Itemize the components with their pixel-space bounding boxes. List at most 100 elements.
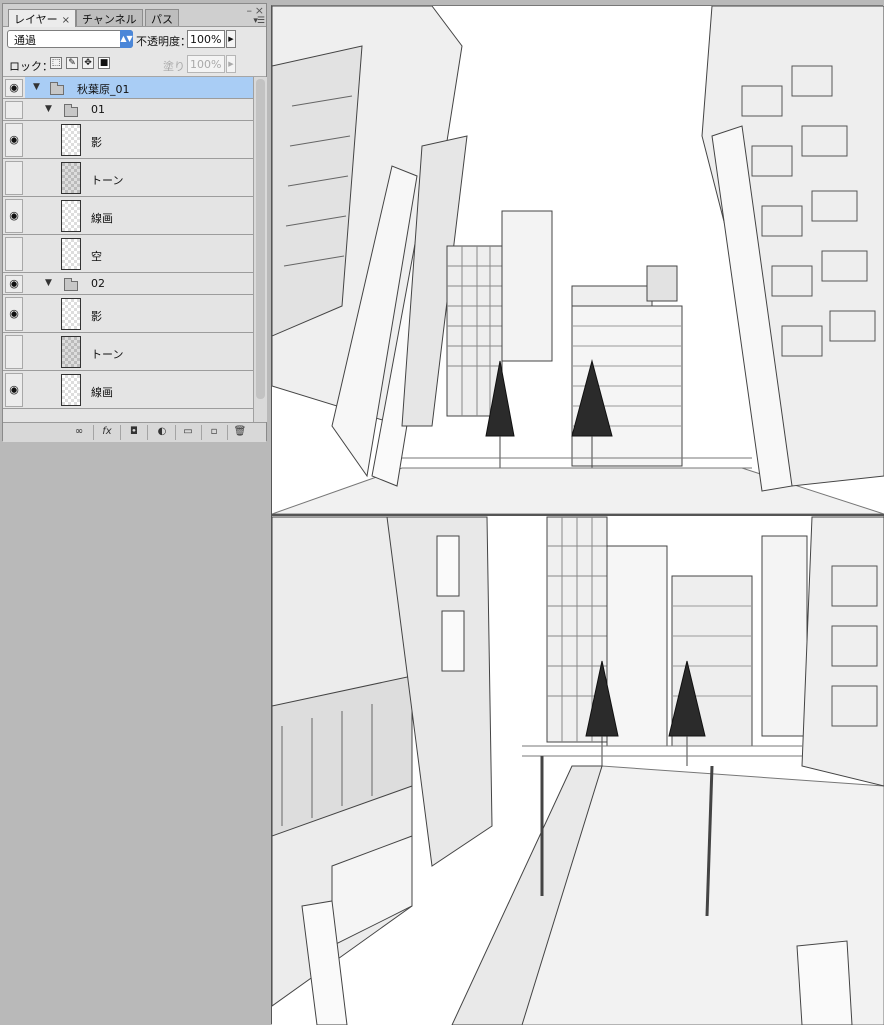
minimize-icon[interactable]: – [247,4,253,17]
layer-list-scrollbar[interactable] [253,77,267,422]
layer-row-shadow[interactable]: ◉ 影 [3,121,253,159]
layer-mask-icon[interactable]: ◘ [125,426,143,439]
lock-all-icon[interactable]: ■ [98,57,110,69]
eye-icon[interactable]: ◉ [5,79,23,97]
layer-name: トーン [91,348,124,361]
adjustment-layer-icon[interactable]: ◐ [151,426,173,439]
separator [147,425,148,440]
expand-triangle-icon[interactable]: ▼ [45,278,52,288]
opacity-input[interactable]: 100% [187,30,225,48]
panel-tab-bar: レイヤー × チャンネル パス – × ▾☰ [3,4,266,27]
layer-list: ◉ ▼ 秋葉原_01 ▼ 01 ◉ 影 トーン ◉ 線画 空 ◉ ▼ 02 ◉ … [3,77,253,422]
layer-row-body: ▼ 01 [25,99,253,120]
lock-image-icon[interactable]: ✎ [66,57,78,69]
blend-row: 通過 ▲▼ 不透明度： 100% ▶ [3,27,266,51]
separator [175,425,176,440]
tab-channels[interactable]: チャンネル [76,9,143,26]
layer-name: 線画 [91,386,113,399]
layer-thumbnail [61,298,81,330]
trash-icon[interactable]: 🗑 [231,426,249,439]
layer-thumbnail [61,336,81,368]
eye-icon[interactable] [5,335,23,369]
new-layer-icon[interactable]: ▫ [205,426,223,439]
tab-paths[interactable]: パス [145,9,179,26]
folder-icon [64,104,78,117]
layer-name: トーン [91,174,124,187]
lock-transparency-icon[interactable]: ⬚ [50,57,62,69]
eye-icon[interactable] [5,237,23,271]
eye-icon[interactable]: ◉ [5,373,23,407]
layer-row-body: ▼ 02 [25,273,253,294]
layer-row-body: 影 [25,295,253,332]
fx-icon[interactable]: fx [98,426,116,439]
layer-thumbnail [61,124,81,156]
folder-icon [50,82,64,95]
layer-row-body: 線画 [25,197,253,234]
layer-row-sky[interactable]: 空 [3,235,253,273]
lock-position-icon[interactable]: ✥ [82,57,94,69]
lock-label: ロック： [9,60,53,73]
layer-name: 影 [91,310,102,323]
document-canvas[interactable] [271,5,884,1025]
layer-row-body: トーン [25,159,253,196]
tab-paths-label: パス [151,13,173,26]
eye-icon[interactable]: ◉ [5,275,23,293]
layer-row-tone[interactable]: トーン [3,159,253,197]
expand-triangle-icon[interactable]: ▼ [45,104,52,114]
tab-layers-label: レイヤー [14,13,58,26]
layer-name: 空 [91,250,102,263]
layer-row-group-02[interactable]: ◉ ▼ 02 [3,273,253,295]
separator [227,425,228,440]
layer-row-lineart[interactable]: ◉ 線画 [3,371,253,409]
panel-bottom-bar: ∞ fx ◘ ◐ ▭ ▫ 🗑 [3,422,266,442]
eye-icon[interactable] [5,161,23,195]
opacity-label: 不透明度： [136,35,191,48]
layer-row-body: 線画 [25,371,253,408]
eye-icon[interactable]: ◉ [5,199,23,233]
panel-menu-icon[interactable]: ▾☰ [253,16,265,26]
lock-row: ロック： ⬚ ✎ ✥ ■ 塗り： 100% ▶ [3,52,266,77]
layers-panel: レイヤー × チャンネル パス – × ▾☰ 通過 ▲▼ 不透明度： 100% ▶… [2,3,267,442]
layer-row-group-01[interactable]: ▼ 01 [3,99,253,121]
layer-row-body: ▼ 秋葉原_01 [25,77,253,98]
fill-slider-button[interactable]: ▶ [226,55,236,73]
link-layers-icon[interactable]: ∞ [69,426,89,439]
layer-row-lineart[interactable]: ◉ 線画 [3,197,253,235]
scrollbar-thumb[interactable] [256,79,265,399]
layer-thumbnail [61,374,81,406]
folder-icon [64,278,78,291]
new-group-icon[interactable]: ▭ [179,426,197,439]
blend-mode-value: 通過 [14,34,36,47]
layer-row-body: 影 [25,121,253,158]
separator [93,425,94,440]
tab-layers[interactable]: レイヤー × [8,9,77,27]
layer-row-group-akihabara[interactable]: ◉ ▼ 秋葉原_01 [3,77,253,99]
layer-name: 01 [91,103,105,116]
layer-row-tone[interactable]: トーン [3,333,253,371]
eye-icon[interactable]: ◉ [5,297,23,331]
tab-channels-label: チャンネル [82,13,137,26]
street-panel-bottom [272,516,884,1025]
street-panel-top [272,6,884,515]
layer-row-body: 空 [25,235,253,272]
layer-row-body: トーン [25,333,253,370]
separator [201,425,202,440]
eye-icon[interactable] [5,101,23,119]
select-arrows-icon[interactable]: ▲▼ [120,30,133,48]
layer-thumbnail [61,162,81,194]
tab-close-icon[interactable]: × [62,15,70,26]
fill-input[interactable]: 100% [187,55,225,73]
layer-name: 秋葉原_01 [77,83,130,96]
canvas-artwork [272,6,884,1025]
layer-name: 線画 [91,212,113,225]
separator [120,425,121,440]
layer-row-shadow[interactable]: ◉ 影 [3,295,253,333]
opacity-slider-button[interactable]: ▶ [226,30,236,48]
layer-name: 02 [91,277,105,290]
layer-name: 影 [91,136,102,149]
eye-icon[interactable]: ◉ [5,123,23,157]
layer-thumbnail [61,200,81,232]
expand-triangle-icon[interactable]: ▼ [33,82,40,92]
layer-thumbnail [61,238,81,270]
blend-mode-select[interactable]: 通過 ▲▼ [7,30,133,48]
